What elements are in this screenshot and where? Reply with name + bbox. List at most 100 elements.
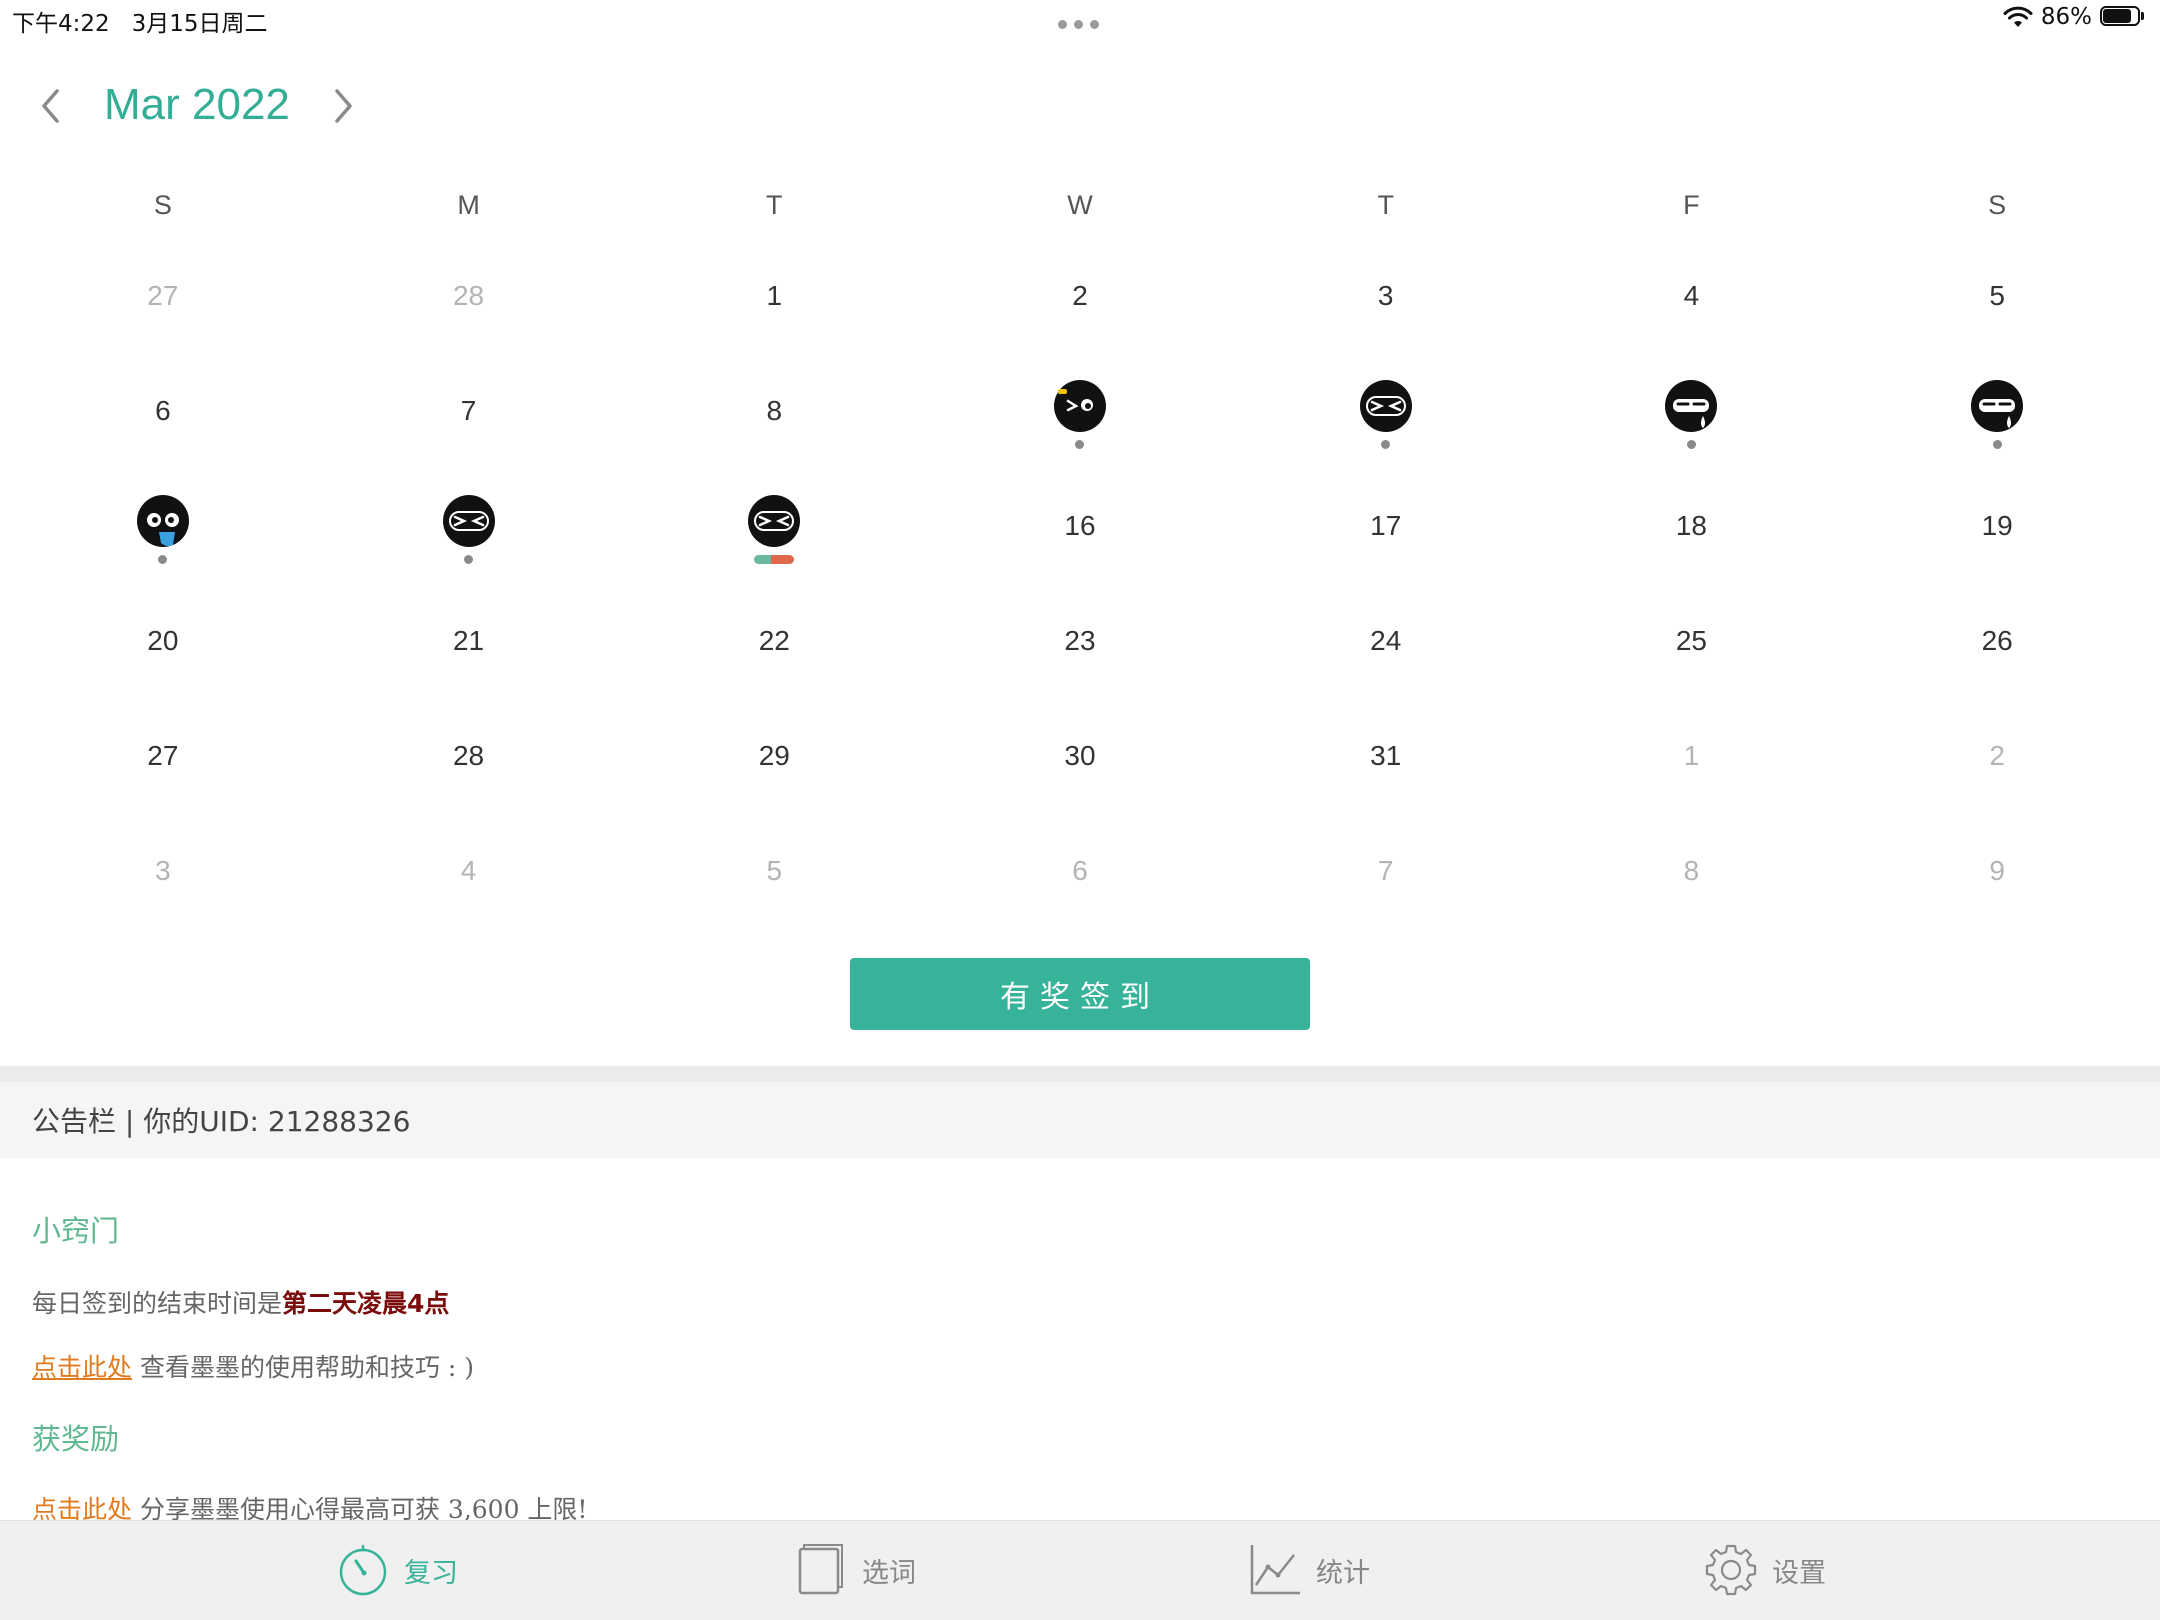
battery-icon: [2100, 6, 2146, 28]
month-header: Mar 2022: [0, 70, 500, 142]
calendar-day[interactable]: 31: [1233, 708, 1539, 823]
review-dot: [1686, 440, 1696, 449]
calendar-day[interactable]: 26: [1844, 593, 2150, 708]
review-dot: [1075, 440, 1085, 449]
help-link-line: 点击此处 查看墨墨的使用帮助和技巧 : ): [32, 1348, 474, 1384]
calendar-day[interactable]: 16: [927, 478, 1233, 593]
checkin-deadline-text: 每日签到的结束时间是: [32, 1289, 283, 1318]
calendar-day[interactable]: 28: [316, 248, 622, 363]
day-number: 3: [155, 855, 171, 886]
gear-icon: [1705, 1544, 1757, 1596]
calendar-day[interactable]: 7: [316, 363, 622, 478]
day-number: 25: [1675, 625, 1707, 656]
tab-words[interactable]: 选词: [794, 1539, 916, 1601]
calendar-day[interactable]: 8: [1539, 823, 1845, 938]
calendar-grid: 27 28 1 2 3 4 5 6 7 8 16 17 18 19 20 21 22 23 24 25 26 27 28 29…: [0, 248, 2160, 938]
calendar-day[interactable]: 5: [1844, 248, 2150, 363]
review-dot: [1992, 440, 2002, 449]
weekday-label: S: [1988, 190, 2007, 220]
calendar-day[interactable]: 21: [316, 593, 622, 708]
face-wink-icon: [1053, 380, 1106, 432]
weekday-label: T: [1377, 190, 1394, 220]
battery-percent: 86%: [2040, 4, 2092, 30]
calendar-day[interactable]: 18: [1539, 478, 1845, 593]
calendar-day[interactable]: 30: [927, 708, 1233, 823]
calendar-day[interactable]: 29: [621, 708, 927, 823]
calendar-day[interactable]: [316, 478, 622, 593]
chevron-left-icon: [42, 89, 59, 123]
checkin-button[interactable]: 有奖签到: [850, 958, 1310, 1030]
calendar-day[interactable]: 22: [621, 593, 927, 708]
tab-stats[interactable]: 统计: [1248, 1539, 1370, 1601]
day-number: 7: [460, 395, 477, 426]
face-drool-icon: [136, 495, 189, 547]
calendar-day[interactable]: 6: [10, 363, 316, 478]
weekday-label: S: [153, 190, 172, 220]
calendar-day[interactable]: 1: [621, 248, 927, 363]
calendar-day[interactable]: [1539, 363, 1845, 478]
multitasking-dots-icon[interactable]: [1058, 20, 1099, 29]
calendar-day[interactable]: 27: [10, 248, 316, 363]
calendar-day[interactable]: 7: [1233, 823, 1539, 938]
tab-settings[interactable]: 设置: [1704, 1539, 1826, 1601]
bulletin-header: 公告栏 | 你的UID: 21288326: [0, 1082, 2160, 1158]
weekday-label: F: [1683, 190, 1700, 220]
checkin-deadline-emphasis: 第二天凌晨4点: [282, 1289, 450, 1318]
calendar-day[interactable]: 6: [927, 823, 1233, 938]
calendar-day[interactable]: [621, 478, 927, 593]
weekday-label: M: [457, 190, 480, 220]
calendar-day[interactable]: 23: [927, 593, 1233, 708]
day-number: 8: [766, 395, 783, 426]
tab-review[interactable]: 复习: [336, 1539, 458, 1601]
weekday-header-row: SMTWTFS: [0, 190, 2160, 230]
calendar-day[interactable]: 4: [316, 823, 622, 938]
day-number: 20: [147, 625, 179, 656]
calendar-day[interactable]: 8: [621, 363, 927, 478]
day-number: 8: [1683, 855, 1700, 886]
day-number: 5: [766, 855, 783, 886]
face-squint-icon: [1359, 380, 1412, 432]
calendar-day[interactable]: 27: [10, 708, 316, 823]
day-number: 18: [1675, 510, 1707, 541]
calendar-day[interactable]: 1: [1539, 708, 1845, 823]
day-number: 4: [1683, 280, 1700, 311]
day-number: 27: [147, 280, 179, 311]
chevron-right-icon: [335, 89, 352, 123]
day-number: 1: [766, 280, 783, 311]
calendar-day[interactable]: [927, 363, 1233, 478]
day-number: 3: [1377, 280, 1394, 311]
calendar-day[interactable]: 2: [927, 248, 1233, 363]
calendar-day[interactable]: 17: [1233, 478, 1539, 593]
next-month-button[interactable]: [322, 84, 366, 128]
weekday-label: T: [766, 190, 783, 220]
day-number: 19: [1981, 510, 2013, 541]
status-bar: 下午4:22 3月15日周二 86%: [0, 0, 2160, 40]
calendar-day[interactable]: 2: [1844, 708, 2150, 823]
calendar-day[interactable]: 9: [1844, 823, 2150, 938]
calendar-day[interactable]: 25: [1539, 593, 1845, 708]
rewards-section-title: 获奖励: [32, 1422, 120, 1456]
calendar-day[interactable]: 20: [10, 593, 316, 708]
day-number: 6: [1072, 855, 1088, 886]
calendar-day[interactable]: 28: [316, 708, 622, 823]
face-sleepy-icon: [1971, 380, 2024, 432]
day-number: 24: [1370, 625, 1402, 656]
wifi-icon: [2003, 6, 2033, 27]
tab-words-label: 选词: [862, 1557, 916, 1589]
calendar-day[interactable]: [1844, 363, 2150, 478]
calendar-day[interactable]: [1233, 363, 1539, 478]
calendar-day[interactable]: 4: [1539, 248, 1845, 363]
day-number: 6: [155, 395, 171, 426]
tab-bar: 复习 选词 统计 设置: [0, 1520, 2160, 1620]
calendar-day[interactable]: 3: [1233, 248, 1539, 363]
timer-icon: [339, 1544, 387, 1596]
day-number: 9: [1989, 855, 2005, 886]
calendar-day[interactable]: [10, 478, 316, 593]
calendar-day[interactable]: 3: [10, 823, 316, 938]
calendar-day[interactable]: 24: [1233, 593, 1539, 708]
calendar-day[interactable]: 19: [1844, 478, 2150, 593]
help-link[interactable]: 点击此处: [32, 1353, 132, 1382]
calendar-day[interactable]: 5: [621, 823, 927, 938]
day-number: 2: [1989, 740, 2005, 771]
prev-month-button[interactable]: [28, 84, 72, 128]
